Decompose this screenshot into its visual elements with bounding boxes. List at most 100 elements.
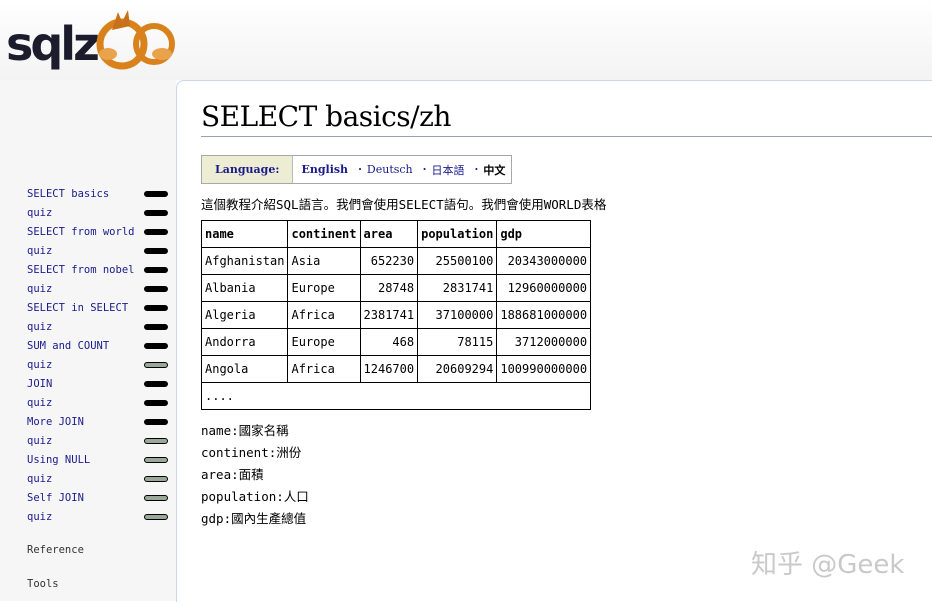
sidebar-item-more-join[interactable]: More JOIN [27,415,172,429]
cell-area: 1246700 [359,355,419,383]
description-population: population:人口 [201,489,309,504]
cell-population: 78115 [417,328,498,356]
intro-text: 這個教程介紹SQL語言。我們會使用SELECT語句。我們會使用WORLD表格 [201,197,607,212]
progress-pill-icon [144,419,168,425]
cell-name: Afghanistan [200,247,289,275]
sidebar-item-join[interactable]: JOIN [27,377,172,391]
sidebar-item-select-basics[interactable]: SELECT basics [27,187,172,201]
sidebar-item-quiz[interactable]: quiz [27,510,172,524]
cell-area: 28748 [359,274,419,302]
sidebar-item-label[interactable]: quiz [27,244,52,258]
column-header-area: area [359,220,419,248]
table-row: Albania Europe 28748 2831741 12960000000 [200,274,592,302]
sidebar-item-label[interactable]: quiz [27,510,52,524]
description-gdp: gdp:國內生產總值 [201,511,307,526]
sidebar-item-quiz[interactable]: quiz [27,472,172,486]
cell-area: 468 [359,328,419,356]
sidebar-item-select-in-select[interactable]: SELECT in SELECT [27,301,172,315]
page-title: SELECT basics/zh [201,100,451,133]
sidebar-tools-link[interactable]: Tools [27,578,59,590]
sidebar-item-label[interactable]: quiz [27,396,52,410]
progress-pill-icon [144,362,168,368]
progress-pill-icon [144,286,168,292]
progress-pill-icon [144,324,168,330]
cell-gdp: 12960000000 [496,274,592,302]
progress-pill-icon [144,248,168,254]
sidebar-item-label[interactable]: More JOIN [27,415,84,429]
sidebar-reference-link[interactable]: Reference [27,544,84,556]
progress-pill-icon [144,267,168,273]
cell-population: 37100000 [417,301,498,329]
cell-gdp: 100990000000 [496,355,592,383]
table-header-row: name continent area population gdp [200,220,592,248]
table-row: Afghanistan Asia 652230 25500100 2034300… [200,247,592,275]
language-english-link[interactable]: English [301,163,348,176]
sidebar-item-label[interactable]: quiz [27,434,52,448]
sidebar-item-label[interactable]: quiz [27,358,52,372]
sidebar-item-quiz[interactable]: quiz [27,396,172,410]
cell-name: Albania [200,274,289,302]
progress-pill-icon [144,305,168,311]
language-list: English · Deutsch · 日本語 · 中文 [293,156,511,183]
cell-population: 20609294 [417,355,498,383]
language-japanese-link[interactable]: 日本語 [431,162,464,178]
world-table: name continent area population gdp Afgha… [200,220,592,410]
sidebar-item-using-null[interactable]: Using NULL [27,453,172,467]
watermark: 知乎 @Geek [751,550,905,580]
column-header-population: population [417,220,498,248]
sidebar-item-label[interactable]: quiz [27,206,52,220]
sidebar-item-label[interactable]: Self JOIN [27,491,84,505]
sidebar-item-quiz[interactable]: quiz [27,358,172,372]
cell-gdp: 3712000000 [496,328,592,356]
progress-pill-icon [144,400,168,406]
table-ellipsis: .... [200,382,592,410]
sidebar-item-quiz[interactable]: quiz [27,282,172,296]
cell-area: 652230 [359,247,419,275]
sidebar-item-label[interactable]: quiz [27,320,52,334]
progress-pill-icon [144,457,168,463]
progress-pill-icon [144,476,168,482]
sidebar-item-label[interactable]: SELECT basics [27,187,109,201]
cell-population: 2831741 [417,274,498,302]
cell-name: Angola [200,355,289,383]
cell-gdp: 188681000000 [496,301,592,329]
progress-pill-icon [144,381,168,387]
description-name: name:國家名稱 [201,423,289,438]
sidebar-item-sum-and-count[interactable]: SUM and COUNT [27,339,172,353]
column-header-continent: continent [287,220,361,248]
language-separator: · [422,163,427,176]
sidebar-item-quiz[interactable]: quiz [27,320,172,334]
sidebar-item-label[interactable]: SELECT from nobel [27,263,134,277]
sidebar-item-quiz[interactable]: quiz [27,434,172,448]
progress-pill-icon [144,438,168,444]
svg-text:sqlz: sqlz [6,17,98,71]
sidebar-item-label[interactable]: Using NULL [27,453,90,467]
sqlzoo-logo[interactable]: sqlz [4,2,176,74]
sidebar-item-quiz[interactable]: quiz [27,244,172,258]
sidebar-item-label[interactable]: SELECT from world [27,225,134,239]
sidebar-item-label[interactable]: JOIN [27,377,52,391]
column-header-gdp: gdp [496,220,592,248]
table-row: Andorra Europe 468 78115 3712000000 [200,328,592,356]
sidebar-item-quiz[interactable]: quiz [27,206,172,220]
table-ellipsis-row: .... [200,382,592,410]
description-continent: continent:洲份 [201,445,302,460]
progress-pill-icon [144,191,168,197]
cell-continent: Europe [287,328,361,356]
progress-pill-icon [144,210,168,216]
sidebar-item-self-join[interactable]: Self JOIN [27,491,172,505]
description-area: area:面積 [201,467,264,482]
sidebar-item-label[interactable]: quiz [27,472,52,486]
sidebar-item-label[interactable]: quiz [27,282,52,296]
progress-pill-icon [144,229,168,235]
sidebar-item-label[interactable]: SELECT in SELECT [27,301,128,315]
table-row: Angola Africa 1246700 20609294 100990000… [200,355,592,383]
sidebar-item-select-from-world[interactable]: SELECT from world [27,225,172,239]
title-divider [201,136,932,137]
progress-pill-icon [144,343,168,349]
language-bar: Language: English · Deutsch · 日本語 · 中文 [201,155,513,184]
language-deutsch-link[interactable]: Deutsch [367,163,413,176]
language-chinese-current: 中文 [483,163,506,177]
sidebar-item-label[interactable]: SUM and COUNT [27,339,109,353]
sidebar-item-select-from-nobel[interactable]: SELECT from nobel [27,263,172,277]
